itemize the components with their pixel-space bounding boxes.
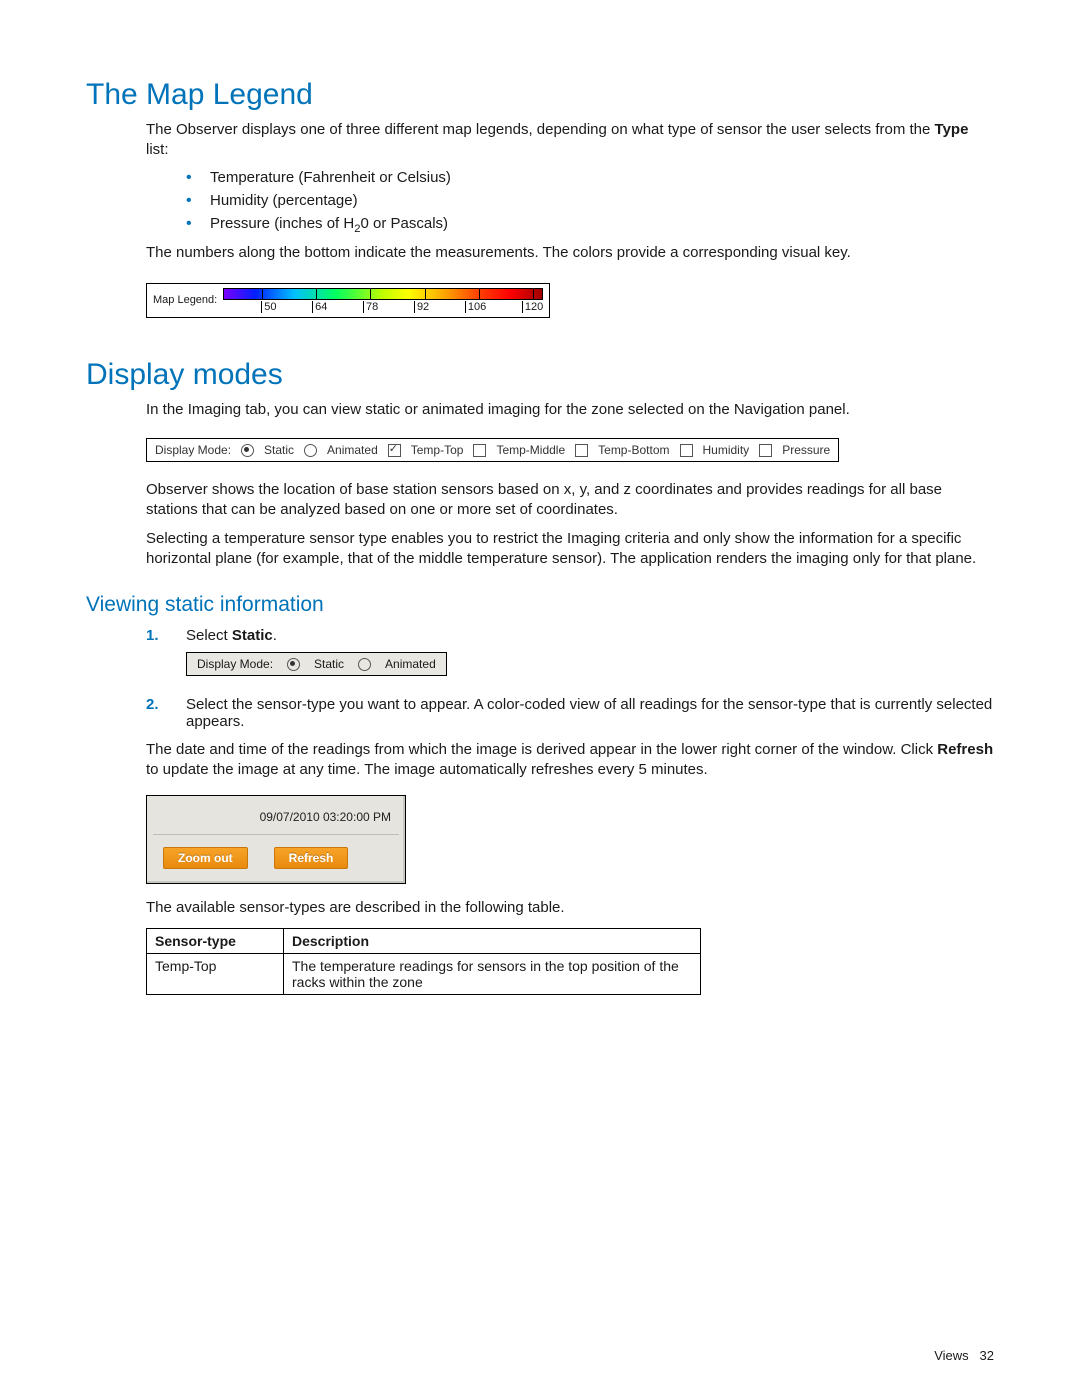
map-legend-after: The numbers along the bottom indicate th…: [146, 243, 994, 263]
text: The date and time of the readings from w…: [146, 741, 937, 758]
map-legend-gradient: [223, 288, 543, 300]
display-mode-mini: Display Mode: Static Animated: [186, 652, 447, 676]
checkbox-pressure-label: Pressure: [782, 443, 830, 457]
display-modes-intro: In the Imaging tab, you can view static …: [146, 400, 994, 420]
text: 0 or Pascals): [361, 215, 449, 232]
step-1: 1. Select Static. Display Mode: Static A…: [146, 627, 994, 686]
radio-static-label: Static: [314, 657, 344, 671]
zoom-out-button[interactable]: Zoom out: [163, 847, 248, 869]
display-mode-label: Display Mode:: [155, 443, 231, 457]
step-number: 2.: [146, 696, 159, 713]
radio-static-label: Static: [264, 443, 294, 457]
map-legend-ticks: 50 64 78 92 106 120: [223, 301, 543, 313]
heading-map-legend: The Map Legend: [86, 78, 994, 112]
tick-label: 106: [465, 301, 486, 313]
radio-animated[interactable]: [304, 444, 317, 457]
tick-label: 50: [261, 301, 276, 313]
checkbox-humidity-label: Humidity: [703, 443, 750, 457]
list-item: Humidity (percentage): [186, 192, 994, 209]
checkbox-temp-bottom-label: Temp-Bottom: [598, 443, 669, 457]
step-2: 2. Select the sensor-type you want to ap…: [146, 696, 994, 730]
refresh-button[interactable]: Refresh: [274, 847, 349, 869]
refresh-paragraph: The date and time of the readings from w…: [146, 740, 994, 781]
checkbox-humidity[interactable]: [680, 444, 693, 457]
refresh-keyword: Refresh: [937, 741, 993, 758]
static-keyword: Static: [232, 627, 273, 644]
checkbox-temp-top[interactable]: [388, 444, 401, 457]
text: list:: [146, 141, 169, 158]
table-intro: The available sensor-types are described…: [146, 898, 994, 918]
map-legend-label: Map Legend:: [153, 294, 217, 306]
step-number: 1.: [146, 627, 159, 644]
radio-static[interactable]: [241, 444, 254, 457]
checkbox-temp-middle[interactable]: [473, 444, 486, 457]
checkbox-temp-bottom[interactable]: [575, 444, 588, 457]
tick-label: 120: [522, 301, 543, 313]
list-item: Temperature (Fahrenheit or Celsius): [186, 169, 994, 186]
cell-description: The temperature readings for sensors in …: [284, 953, 701, 994]
checkbox-temp-top-label: Temp-Top: [411, 443, 464, 457]
heading-viewing-static: Viewing static information: [86, 593, 994, 617]
cell-sensor-type: Temp-Top: [147, 953, 284, 994]
tick-label: 92: [414, 301, 429, 313]
display-mode-toolbar: Display Mode: Static Animated Temp-Top T…: [146, 438, 839, 462]
col-description: Description: [284, 928, 701, 953]
col-sensor-type: Sensor-type: [147, 928, 284, 953]
text: .: [273, 627, 277, 644]
page-footer: Views 32: [934, 1348, 994, 1363]
type-keyword: Type: [935, 121, 969, 138]
tick-label: 64: [312, 301, 327, 313]
sensor-type-table: Sensor-type Description Temp-Top The tem…: [146, 928, 701, 995]
display-modes-p2: Observer shows the location of base stat…: [146, 480, 994, 521]
text: to update the image at any time. The ima…: [146, 761, 708, 778]
radio-static-mini[interactable]: [287, 658, 300, 671]
legend-type-list: Temperature (Fahrenheit or Celsius) Humi…: [186, 169, 994, 235]
radio-animated-mini[interactable]: [358, 658, 371, 671]
step-2-text: Select the sensor-type you want to appea…: [186, 696, 992, 730]
footer-section: Views: [934, 1348, 968, 1363]
heading-display-modes: Display modes: [86, 358, 994, 392]
table-row: Temp-Top The temperature readings for se…: [147, 953, 701, 994]
display-mode-label: Display Mode:: [197, 657, 273, 671]
text: Pressure (inches of H: [210, 215, 354, 232]
tick-label: 78: [363, 301, 378, 313]
radio-animated-label: Animated: [385, 657, 436, 671]
checkbox-pressure[interactable]: [759, 444, 772, 457]
map-legend-figure: Map Legend: 50 64 78 92 106 120: [146, 283, 550, 318]
text: Select: [186, 627, 232, 644]
checkbox-temp-middle-label: Temp-Middle: [496, 443, 565, 457]
footer-page: 32: [980, 1348, 994, 1363]
list-item: Pressure (inches of H20 or Pascals): [186, 215, 994, 235]
map-legend-intro: The Observer displays one of three diffe…: [146, 120, 994, 161]
timestamp-panel: 09/07/2010 03:20:00 PM Zoom out Refresh: [146, 795, 406, 884]
timestamp-value: 09/07/2010 03:20:00 PM: [147, 796, 405, 834]
radio-animated-label: Animated: [327, 443, 378, 457]
text: The Observer displays one of three diffe…: [146, 121, 935, 138]
display-modes-p3: Selecting a temperature sensor type enab…: [146, 529, 994, 570]
